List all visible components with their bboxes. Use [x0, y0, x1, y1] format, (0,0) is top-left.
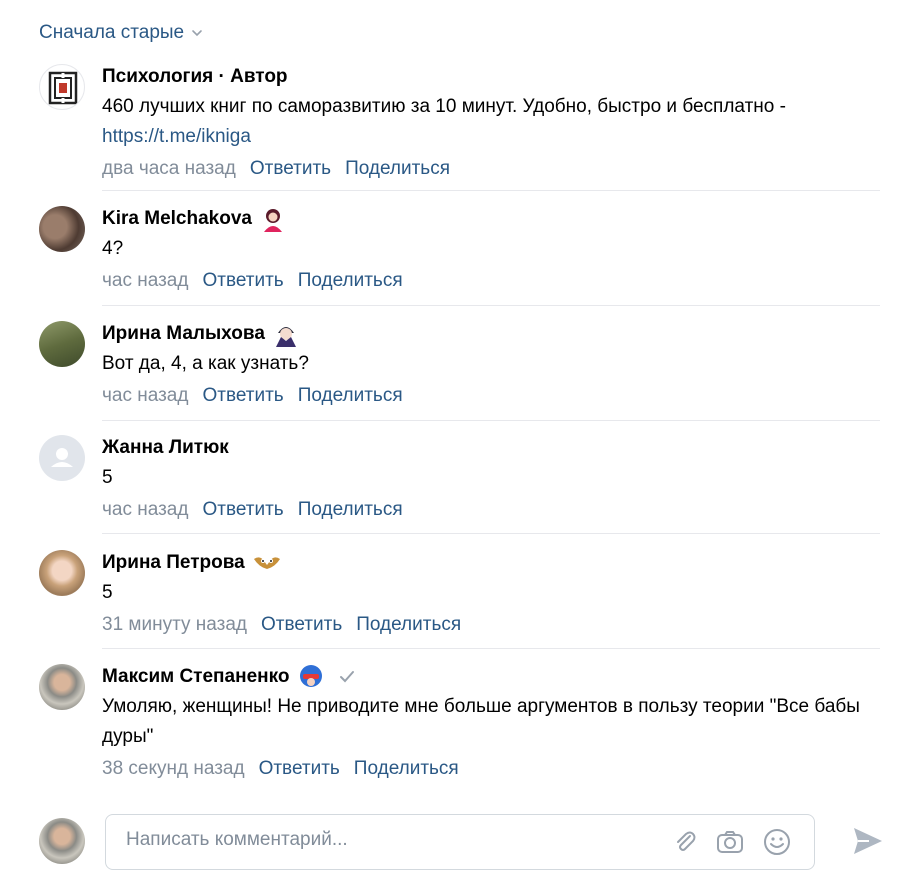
- comment-author[interactable]: Максим Степаненко: [102, 664, 880, 690]
- comment-author[interactable]: Ирина Малыхова: [102, 321, 880, 347]
- avatar[interactable]: [39, 664, 85, 710]
- comment-meta: два часа назад Ответить Поделиться: [102, 156, 880, 182]
- comment-input[interactable]: Написать комментарий...: [105, 814, 815, 870]
- camera-icon[interactable]: [715, 827, 745, 857]
- avatar[interactable]: [39, 64, 85, 110]
- avatar[interactable]: [39, 321, 85, 367]
- comment-author[interactable]: Kira Melchakova: [102, 206, 880, 232]
- comment-author[interactable]: Жанна Литюк: [102, 435, 880, 461]
- comment-text: Умоляю, женщины! Не приводите мне больше…: [102, 696, 860, 747]
- comment-time[interactable]: 31 минуту назад: [102, 612, 247, 638]
- avatar-girl-emoji-icon: [263, 209, 282, 232]
- comment-meta: 38 секунд назад Ответить Поделиться: [102, 756, 880, 782]
- sort-label: Сначала старые: [39, 22, 185, 43]
- share-button[interactable]: Поделиться: [354, 756, 459, 782]
- reply-button[interactable]: Ответить: [259, 756, 340, 782]
- comment-text: 5: [102, 467, 113, 488]
- reply-button[interactable]: Ответить: [202, 268, 283, 294]
- share-button[interactable]: Поделиться: [345, 156, 450, 182]
- comment-time[interactable]: час назад: [102, 383, 188, 409]
- reply-button[interactable]: Ответить: [250, 156, 331, 182]
- comment-composer: Написать комментарий...: [39, 814, 915, 870]
- comment-meta: час назад Ответить Поделиться: [102, 268, 880, 294]
- avatar[interactable]: [39, 550, 85, 596]
- comment-author[interactable]: Ирина Петрова: [102, 550, 880, 576]
- share-button[interactable]: Поделиться: [298, 497, 403, 523]
- divider: [102, 648, 880, 649]
- reply-button[interactable]: Ответить: [261, 612, 342, 638]
- vampire-emoji-icon: [275, 327, 296, 347]
- divider: [102, 533, 880, 534]
- avatar[interactable]: [39, 206, 85, 252]
- checkmark-icon: [339, 671, 354, 683]
- comment-meta: час назад Ответить Поделиться: [102, 383, 880, 409]
- reply-button[interactable]: Ответить: [202, 383, 283, 409]
- comment-time[interactable]: час назад: [102, 497, 188, 523]
- divider: [102, 190, 880, 191]
- divider: [102, 420, 880, 421]
- owl-emoji-icon: [253, 557, 280, 569]
- comment-text: Вот да, 4, а как узнать?: [102, 353, 309, 374]
- share-button[interactable]: Поделиться: [356, 612, 461, 638]
- share-button[interactable]: Поделиться: [298, 383, 403, 409]
- comment-time[interactable]: час назад: [102, 268, 188, 294]
- comment-text: 5: [102, 582, 113, 603]
- my-avatar[interactable]: [39, 818, 85, 864]
- user-silhouette-icon: [51, 448, 73, 467]
- send-icon[interactable]: [851, 824, 885, 858]
- comment-time[interactable]: два часа назад: [102, 156, 236, 182]
- chevron-down-icon: [192, 30, 202, 37]
- maze-logo-icon: [48, 71, 78, 105]
- comment-author[interactable]: Психология · Автор: [102, 64, 880, 90]
- paperclip-icon[interactable]: [670, 827, 700, 857]
- superhero-emoji-icon: [299, 665, 322, 687]
- sort-dropdown[interactable]: Сначала старые: [39, 22, 204, 44]
- comment-link[interactable]: https://t.me/ikniga: [102, 126, 251, 147]
- smile-icon[interactable]: [762, 827, 792, 857]
- reply-button[interactable]: Ответить: [202, 497, 283, 523]
- comment-input-placeholder: Написать комментарий...: [126, 829, 348, 850]
- comment-meta: час назад Ответить Поделиться: [102, 497, 880, 523]
- comment-text: 460 лучших книг по саморазвитию за 10 ми…: [102, 96, 786, 147]
- comment-time[interactable]: 38 секунд назад: [102, 756, 245, 782]
- comment-meta: 31 минуту назад Ответить Поделиться: [102, 612, 880, 638]
- avatar-placeholder[interactable]: [39, 435, 85, 481]
- share-button[interactable]: Поделиться: [298, 268, 403, 294]
- comment-text: 4?: [102, 238, 124, 259]
- divider: [102, 305, 880, 306]
